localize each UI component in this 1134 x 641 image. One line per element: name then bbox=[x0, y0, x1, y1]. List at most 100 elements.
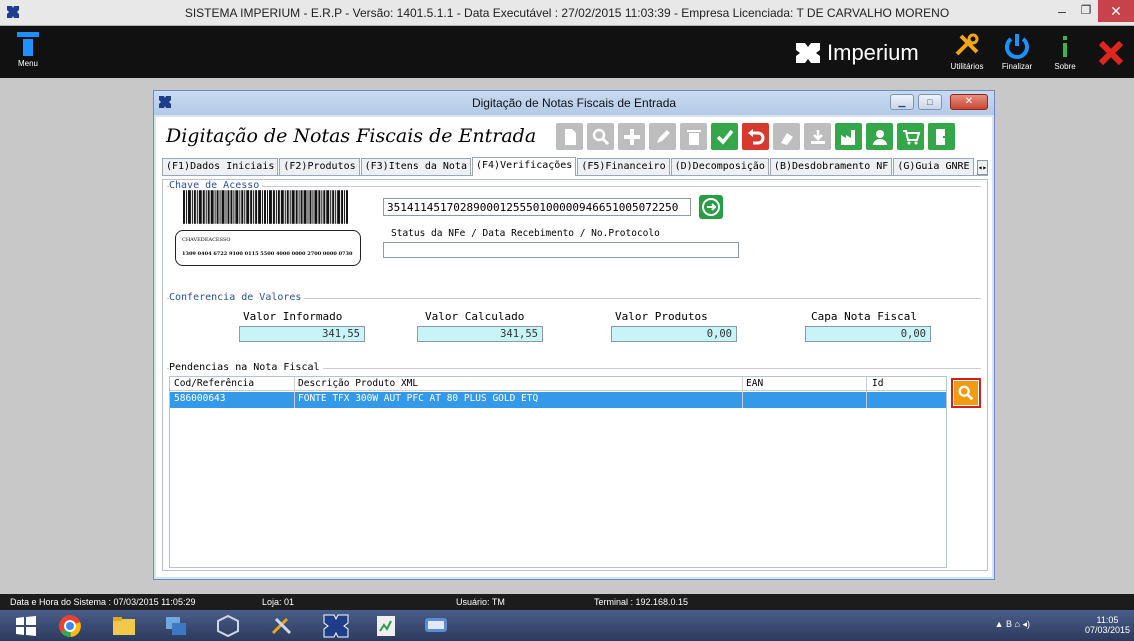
barcode-caption: CHAVEDEACESSO bbox=[182, 237, 231, 243]
project-app-icon[interactable] bbox=[372, 613, 400, 639]
tab-verificacoes[interactable]: (F4)Verificações bbox=[471, 157, 577, 176]
grid-header: Cod/Referência Descrição Produto XML EAN… bbox=[170, 377, 946, 391]
consult-chave-button[interactable] bbox=[699, 195, 723, 219]
exit-app-icon[interactable] bbox=[1096, 38, 1126, 68]
tab-dados-iniciais[interactable]: (F1)Dados Iniciais bbox=[162, 158, 279, 175]
tab-produtos[interactable]: (F2)Produtos bbox=[279, 158, 360, 175]
search-icon bbox=[958, 385, 974, 401]
toolbar bbox=[556, 123, 955, 150]
tab-strip: (F1)Dados Iniciais (F2)Produtos (F3)Iten… bbox=[162, 157, 989, 176]
column-id[interactable]: Id bbox=[872, 378, 883, 389]
exit-button[interactable] bbox=[928, 123, 955, 150]
power-icon bbox=[1005, 34, 1029, 59]
add-button[interactable] bbox=[618, 123, 645, 150]
windows-start-icon[interactable] bbox=[12, 613, 40, 639]
system-datetime: Data e Hora do Sistema : 07/03/2015 11:0… bbox=[10, 597, 196, 607]
clear-icon bbox=[780, 132, 793, 145]
tab-decomposicao[interactable]: (D)Decomposição bbox=[670, 158, 769, 175]
cart-button[interactable] bbox=[897, 123, 924, 150]
file-explorer-icon[interactable] bbox=[110, 613, 138, 639]
tab-itens-da-nota[interactable]: (F3)Itens da Nota bbox=[360, 158, 471, 175]
window-minimize-button[interactable]: ▁ bbox=[890, 94, 914, 110]
capa-nota-field[interactable]: 0,00 bbox=[805, 326, 931, 342]
barcode-image bbox=[183, 190, 349, 224]
conferencia-legend: Conferencia de Valores bbox=[169, 292, 305, 303]
table-row[interactable]: 586000643 FONTE TFX 300W AUT PFC AT 80 P… bbox=[170, 392, 946, 408]
barcode-number: 1309 0404 6722 9100 0115 5500 4000 0000 … bbox=[182, 251, 353, 257]
window-body: Digitação de Notas Fiscais de Entrada (F… bbox=[156, 117, 992, 577]
about-button[interactable]: Sobre bbox=[1042, 32, 1088, 76]
search-icon bbox=[592, 128, 609, 145]
document-icon bbox=[564, 128, 576, 145]
minimize-button[interactable]: – bbox=[1050, 3, 1074, 21]
verificacoes-panel: Chave de Acesso CHAVEDEACESSO 1309 0404 … bbox=[162, 179, 988, 571]
tab-desdobramento-nf[interactable]: (B)Desdobramento NF bbox=[769, 158, 893, 175]
tools-app-icon[interactable] bbox=[268, 613, 296, 639]
column-cod-referencia[interactable]: Cod/Referência bbox=[174, 378, 254, 389]
edit-button[interactable] bbox=[649, 123, 676, 150]
user-icon bbox=[872, 129, 887, 145]
remote-desktop-icon[interactable] bbox=[422, 613, 450, 639]
cart-icon bbox=[902, 129, 920, 144]
document-button[interactable] bbox=[556, 123, 583, 150]
download-button[interactable] bbox=[804, 123, 831, 150]
imperium-taskbar-icon[interactable] bbox=[322, 613, 350, 639]
undo-button[interactable] bbox=[742, 123, 769, 150]
os-taskbar: ▲ B ⌂ ◂) 11:05 07/03/2015 bbox=[0, 610, 1134, 641]
download-icon bbox=[810, 129, 825, 144]
pendencias-legend: Pendencias na Nota Fiscal bbox=[169, 362, 323, 373]
capa-nota-label: Capa Nota Fiscal bbox=[811, 310, 917, 323]
delete-button[interactable] bbox=[680, 123, 707, 150]
danfe-barcode-box: CHAVEDEACESSO 1309 0404 6722 9100 0115 5… bbox=[175, 230, 361, 266]
factory-icon bbox=[840, 129, 855, 145]
pendencias-grid: Cod/Referência Descrição Produto XML EAN… bbox=[169, 376, 947, 568]
menu-button[interactable]: Menu bbox=[10, 32, 46, 76]
finish-label: Finalizar bbox=[1001, 62, 1033, 71]
status-nfe-label: Status da NFe / Data Recebimento / No.Pr… bbox=[391, 228, 660, 239]
user-button[interactable] bbox=[866, 123, 893, 150]
window-maximize-button[interactable]: □ bbox=[918, 94, 942, 110]
column-descricao[interactable]: Descrição Produto XML bbox=[298, 378, 418, 389]
tray-date[interactable]: 07/03/2015 bbox=[1085, 625, 1130, 635]
search-button[interactable] bbox=[587, 123, 614, 150]
cell-descricao: FONTE TFX 300W AUT PFC AT 80 PLUS GOLD E… bbox=[298, 393, 539, 404]
system-tray: ▲ B ⌂ ◂) 11:05 07/03/2015 bbox=[995, 615, 1130, 635]
tab-guia-gnre[interactable]: (G)Guia GNRE bbox=[893, 158, 974, 175]
chave-acesso-field[interactable]: 3514114517028900012555010000094665100507… bbox=[383, 198, 691, 216]
edit-icon bbox=[656, 129, 670, 143]
restore-button[interactable]: ❐ bbox=[1076, 3, 1096, 21]
valor-calculado-field[interactable]: 341,55 bbox=[417, 326, 543, 342]
tray-time[interactable]: 11:05 bbox=[1085, 615, 1130, 625]
undo-icon bbox=[747, 128, 764, 144]
add-icon bbox=[623, 128, 640, 145]
chrome-icon[interactable] bbox=[56, 613, 84, 639]
clear-button[interactable] bbox=[773, 123, 800, 150]
window-close-button[interactable]: ✕ bbox=[950, 94, 988, 110]
search-product-button[interactable] bbox=[951, 378, 981, 408]
valor-produtos-field[interactable]: 0,00 bbox=[611, 326, 737, 342]
os-window-title: SISTEMA IMPERIUM - E.R.P - Versão: 1401.… bbox=[184, 6, 950, 20]
exit-icon bbox=[935, 128, 951, 145]
virtualbox-icon[interactable] bbox=[214, 613, 242, 639]
imperium-logo-icon bbox=[796, 43, 820, 63]
confirm-icon bbox=[716, 129, 733, 145]
tools-icon bbox=[955, 33, 979, 56]
section-divider bbox=[167, 186, 981, 187]
valor-calculado-label: Valor Calculado bbox=[425, 310, 525, 323]
close-button[interactable]: ✕ bbox=[1098, 0, 1134, 22]
factory-button[interactable] bbox=[835, 123, 862, 150]
valor-informado-field[interactable]: 341,55 bbox=[239, 326, 365, 342]
column-divider bbox=[294, 377, 295, 408]
finish-button[interactable]: Finalizar bbox=[994, 32, 1040, 76]
tab-scroll-arrows[interactable]: ◂▸ bbox=[976, 160, 989, 175]
column-ean[interactable]: EAN bbox=[746, 378, 763, 389]
column-divider bbox=[742, 377, 743, 408]
confirm-button[interactable] bbox=[711, 123, 738, 150]
utilities-button[interactable]: Utilitários bbox=[944, 32, 990, 76]
status-nfe-field[interactable] bbox=[383, 242, 739, 258]
tray-icons[interactable]: ▲ B ⌂ ◂) bbox=[995, 619, 1030, 630]
network-app-icon[interactable] bbox=[162, 613, 190, 639]
page-title: Digitação de Notas Fiscais de Entrada bbox=[166, 125, 537, 147]
tab-financeiro[interactable]: (F5)Financeiro bbox=[577, 158, 670, 175]
window-title: Digitação de Notas Fiscais de Entrada bbox=[471, 96, 677, 110]
